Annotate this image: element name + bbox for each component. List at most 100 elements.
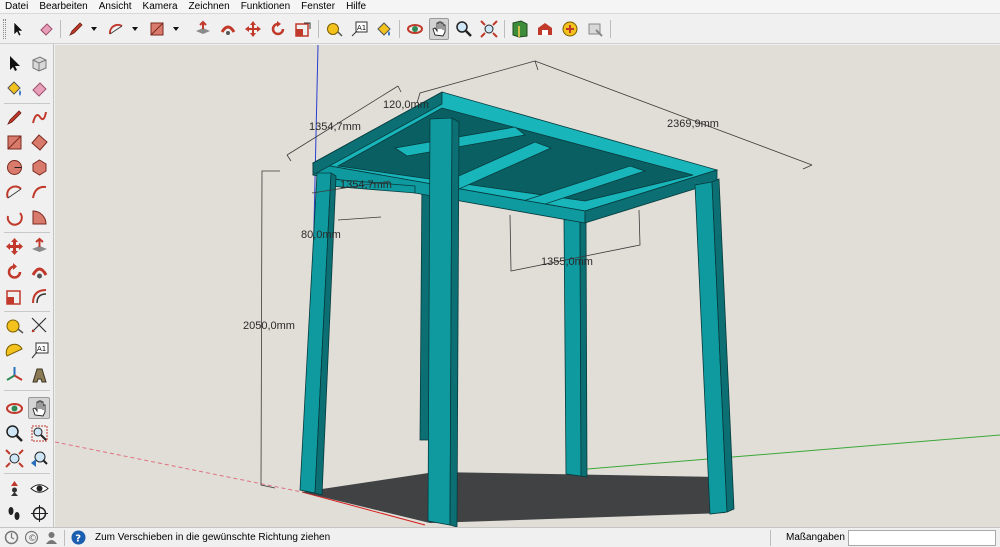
dimension-label[interactable]: 120,0mm [383, 99, 429, 111]
tape-measure-icon[interactable] [3, 314, 25, 336]
chevron-down-icon[interactable] [172, 25, 180, 33]
menu-fenster[interactable]: Fenster [296, 0, 341, 13]
toolbar-separator [610, 20, 611, 38]
ground-shadow [302, 472, 725, 523]
text-icon[interactable]: A1 [28, 339, 50, 361]
menu-kamera[interactable]: Kamera [138, 0, 184, 13]
menu-ansicht[interactable]: Ansicht [94, 0, 138, 13]
follow-me-icon[interactable] [218, 18, 238, 40]
two-point-arc-icon[interactable] [28, 181, 50, 203]
eraser-icon[interactable] [28, 77, 50, 99]
model-viewport[interactable]: 120,0mm 2369,9mm 1354,7mm 1354,7mm 80,0m… [55, 45, 1000, 527]
user-icon[interactable] [44, 530, 59, 545]
model-info-icon[interactable] [510, 18, 530, 40]
pan-icon[interactable] [28, 397, 50, 419]
dimension-icon[interactable] [28, 314, 50, 336]
protractor-icon[interactable] [3, 339, 25, 361]
toolbar-separator [4, 232, 50, 233]
move-icon[interactable] [3, 235, 25, 257]
line-icon[interactable] [3, 106, 25, 128]
make-component-icon[interactable] [28, 52, 50, 74]
toolbar-separator [4, 311, 50, 312]
dimension-label[interactable]: 1354,7mm [340, 179, 392, 191]
status-divider [770, 530, 771, 546]
pencil-icon[interactable] [66, 18, 86, 40]
paint-bucket-icon[interactable] [374, 18, 394, 40]
status-divider [64, 530, 65, 546]
dimension-label[interactable]: 1354,7mm [309, 121, 361, 133]
menu-funktionen[interactable]: Funktionen [236, 0, 296, 13]
rotated-rectangle-icon[interactable] [28, 131, 50, 153]
walk-icon[interactable] [3, 502, 25, 524]
geo-location-icon[interactable] [4, 530, 19, 545]
credits-icon[interactable]: © [24, 530, 39, 545]
toolbar-grip[interactable] [3, 19, 6, 39]
zoom-extents-icon[interactable] [3, 447, 25, 469]
eraser-icon[interactable] [36, 18, 56, 40]
axes-icon[interactable] [3, 364, 25, 386]
chevron-down-icon[interactable] [131, 25, 139, 33]
3d-text-icon[interactable] [28, 364, 50, 386]
svg-text:A1: A1 [37, 345, 46, 353]
scale-icon[interactable] [3, 285, 25, 307]
share-model-icon[interactable] [560, 18, 580, 40]
push-pull-icon[interactable] [28, 235, 50, 257]
status-bar: © ? Zum Verschieben in die gewünschte Ri… [0, 527, 1000, 547]
paint-bucket-icon[interactable] [3, 77, 25, 99]
arc-icon[interactable] [106, 18, 126, 40]
arc-icon[interactable] [3, 181, 25, 203]
zoom-icon[interactable] [454, 18, 474, 40]
toolbar-separator [4, 473, 50, 474]
circle-icon[interactable] [3, 156, 25, 178]
rectangle-icon[interactable] [3, 131, 25, 153]
three-point-arc-icon[interactable] [3, 206, 25, 228]
table-leg-front-middle-side [449, 117, 460, 527]
green-axis [574, 434, 1000, 471]
zoom-icon[interactable] [3, 422, 25, 444]
model-canvas[interactable]: 120,0mm 2369,9mm 1354,7mm 1354,7mm 80,0m… [55, 45, 1000, 527]
select-icon[interactable] [3, 52, 25, 74]
large-tool-set: A1 [0, 44, 54, 527]
toolbar-separator [399, 20, 400, 38]
position-camera-icon[interactable] [3, 477, 25, 499]
rotate-icon[interactable] [3, 260, 25, 282]
dimension-label[interactable]: 80,0mm [301, 229, 341, 241]
help-icon[interactable]: ? [71, 530, 86, 545]
extension-icon[interactable] [585, 18, 605, 40]
previous-view-icon[interactable] [28, 447, 50, 469]
look-around-icon[interactable] [28, 477, 50, 499]
zoom-extents-icon[interactable] [479, 18, 499, 40]
toolbar-separator [504, 20, 505, 38]
offset-icon[interactable] [28, 285, 50, 307]
freehand-icon[interactable] [28, 106, 50, 128]
tape-measure-icon[interactable] [324, 18, 344, 40]
dimension-label[interactable]: 1355,0mm [541, 256, 593, 268]
chevron-down-icon[interactable] [90, 25, 98, 33]
rotate-icon[interactable] [268, 18, 288, 40]
menu-datei[interactable]: Datei [0, 0, 34, 13]
pan-icon[interactable] [429, 18, 449, 40]
menu-zeichnen[interactable]: Zeichnen [184, 0, 236, 13]
menu-bearbeiten[interactable]: Bearbeiten [34, 0, 93, 13]
follow-me-icon[interactable] [28, 260, 50, 282]
move-icon[interactable] [243, 18, 263, 40]
section-plane-icon[interactable] [28, 502, 50, 524]
text-icon[interactable]: A1 [349, 18, 369, 40]
rectangle-icon[interactable] [147, 18, 167, 40]
measurements-label: Maßangaben [786, 532, 845, 543]
select-icon[interactable] [8, 18, 28, 40]
orbit-icon[interactable] [3, 397, 25, 419]
scale-icon[interactable] [293, 18, 313, 40]
dimension-label[interactable]: 2369,9mm [667, 118, 719, 130]
menu-hilfe[interactable]: Hilfe [341, 0, 372, 13]
dimension-label[interactable]: 2050,0mm [243, 320, 295, 332]
toolbar-separator [60, 20, 61, 38]
measurements-field[interactable] [848, 530, 996, 546]
zoom-window-icon[interactable] [28, 422, 50, 444]
push-pull-icon[interactable] [193, 18, 213, 40]
warehouse-icon[interactable] [535, 18, 555, 40]
orbit-icon[interactable] [405, 18, 425, 40]
pie-icon[interactable] [28, 206, 50, 228]
polygon-icon[interactable] [28, 156, 50, 178]
toolbar-separator [318, 20, 319, 38]
